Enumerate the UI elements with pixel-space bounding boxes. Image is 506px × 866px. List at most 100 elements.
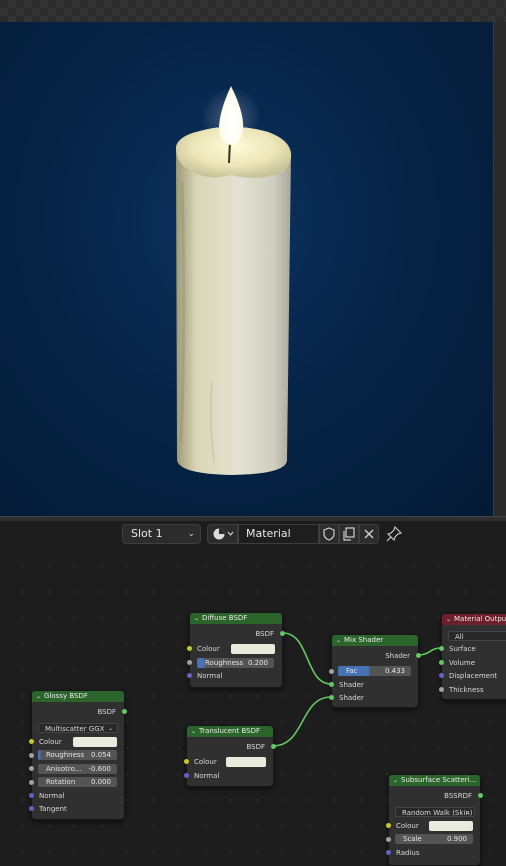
rotation-label: Rotation — [46, 778, 76, 786]
colour-swatch[interactable] — [429, 821, 473, 831]
translucent-bsdf-node[interactable]: ⌄ Translucent BSDF BSDF Colour Normal — [184, 725, 276, 787]
colour-swatch[interactable] — [231, 644, 275, 654]
node-title: Mix Shader — [344, 636, 384, 644]
shader-input-label: Shader — [339, 681, 364, 689]
displacement-label: Displacement — [449, 672, 498, 680]
rotation-socket[interactable] — [29, 780, 34, 785]
normal-socket[interactable] — [29, 793, 34, 798]
mix-shader-node[interactable]: ⌄ Mix Shader Shader Fac 0.433 Shader Shad… — [329, 634, 421, 708]
node-title: Glossy BSDF — [44, 692, 88, 700]
roughness-label: Roughness — [205, 659, 244, 667]
fac-label: Fac — [346, 667, 358, 675]
tangent-socket[interactable] — [29, 806, 34, 811]
roughness-socket[interactable] — [29, 753, 34, 758]
node-header[interactable]: ⌄ Glossy BSDF — [32, 691, 124, 702]
distribution-value: Multiscatter GGX — [45, 725, 105, 733]
node-title: Diffuse BSDF — [202, 614, 248, 622]
node-header[interactable]: ⌄ Diffuse BSDF — [190, 613, 282, 624]
surface-socket[interactable] — [439, 646, 444, 651]
normal-label: Normal — [194, 772, 220, 780]
method-value: Random Walk (Skin) — [402, 809, 473, 817]
glossy-bsdf-node[interactable]: ⌄ Glossy BSDF BSDF Multiscatter GGX ⌄ Col… — [29, 690, 127, 820]
link-mix-to-output — [417, 647, 442, 656]
anisotropy-label: Anisotro... — [46, 765, 82, 773]
anisotropy-value: -0.600 — [88, 765, 111, 773]
colour-swatch[interactable] — [73, 737, 117, 747]
colour-label: Colour — [194, 758, 217, 766]
colour-socket[interactable] — [187, 646, 192, 651]
surface-label: Surface — [449, 645, 476, 653]
collapse-caret-icon[interactable]: ⌄ — [194, 613, 199, 624]
node-header[interactable]: ⌄ Mix Shader — [332, 635, 418, 646]
roughness-socket[interactable] — [187, 660, 192, 665]
fac-value: 0.433 — [384, 667, 405, 675]
output-socket[interactable] — [271, 744, 276, 749]
diffuse-bsdf-node[interactable]: ⌄ Diffuse BSDF BSDF Colour Roughness 0.20… — [187, 612, 285, 688]
output-socket[interactable] — [122, 709, 127, 714]
chevron-down-icon: ⌄ — [107, 725, 113, 732]
node-title: Translucent BSDF — [199, 727, 260, 735]
colour-label: Colour — [396, 822, 419, 830]
node-header[interactable]: ⌄ Material Output — [442, 614, 506, 625]
normal-label: Normal — [39, 792, 65, 800]
normal-socket[interactable] — [184, 773, 189, 778]
collapse-caret-icon[interactable]: ⌄ — [446, 614, 451, 625]
colour-socket[interactable] — [29, 739, 34, 744]
output-label: BSSRDF — [444, 792, 472, 800]
output-socket[interactable] — [478, 793, 483, 798]
node-title: Material Output — [454, 615, 506, 623]
distribution-dropdown[interactable]: Multiscatter GGX ⌄ — [38, 723, 118, 733]
roughness-slider[interactable]: Roughness 0.054 — [38, 750, 117, 760]
roughness-slider[interactable]: Roughness 0.200 — [197, 658, 274, 668]
chevron-down-icon: ⌄ — [464, 809, 470, 816]
scale-socket[interactable] — [386, 837, 391, 842]
link-diffuse-to-mix — [282, 632, 332, 685]
scale-slider[interactable]: Scale 0.900 — [395, 834, 473, 844]
collapse-caret-icon[interactable]: ⌄ — [393, 775, 398, 786]
target-dropdown[interactable]: All — [448, 631, 506, 641]
volume-label: Volume — [449, 659, 476, 667]
colour-socket[interactable] — [386, 823, 391, 828]
roughness-value: 0.054 — [90, 751, 111, 759]
displacement-socket[interactable] — [439, 673, 444, 678]
target-value: All — [455, 633, 464, 641]
scale-label: Scale — [403, 835, 422, 843]
thickness-label: Thickness — [449, 686, 484, 694]
roughness-value: 0.200 — [247, 659, 268, 667]
radius-socket[interactable] — [386, 850, 391, 855]
anisotropy-socket[interactable] — [29, 766, 34, 771]
node-header[interactable]: ⌄ Translucent BSDF — [187, 726, 273, 737]
collapse-caret-icon[interactable]: ⌄ — [191, 726, 196, 737]
colour-label: Colour — [197, 645, 220, 653]
roughness-label: Roughness — [46, 751, 85, 759]
thickness-socket[interactable] — [439, 687, 444, 692]
rotation-slider[interactable]: Rotation 0.000 — [38, 777, 117, 787]
material-output-node[interactable]: ⌄ Material Output All Surface Volume Disp… — [439, 613, 506, 700]
output-label: BSDF — [255, 630, 274, 638]
fac-socket[interactable] — [329, 669, 334, 674]
collapse-caret-icon[interactable]: ⌄ — [336, 635, 341, 646]
scale-value: 0.900 — [446, 835, 467, 843]
volume-socket[interactable] — [439, 660, 444, 665]
method-dropdown[interactable]: Random Walk (Skin) ⌄ — [395, 807, 475, 817]
anisotropy-slider[interactable]: Anisotro... -0.600 — [38, 764, 117, 774]
output-label: Shader — [385, 652, 410, 660]
colour-swatch[interactable] — [226, 757, 266, 767]
output-socket[interactable] — [416, 653, 421, 658]
node-header[interactable]: ⌄ Subsurface Scatteri... — [389, 775, 480, 786]
normal-socket[interactable] — [187, 673, 192, 678]
normal-label: Normal — [197, 672, 223, 680]
colour-socket[interactable] — [184, 759, 189, 764]
node-title: Subsurface Scatteri... — [401, 776, 477, 784]
output-socket[interactable] — [280, 631, 285, 636]
fac-slider[interactable]: Fac 0.433 — [338, 666, 411, 676]
link-translucent-to-mix — [272, 696, 332, 747]
collapse-caret-icon[interactable]: ⌄ — [36, 691, 41, 702]
shader-input-socket[interactable] — [329, 682, 334, 687]
shader-input-socket[interactable] — [329, 695, 334, 700]
radius-label: Radius — [396, 849, 420, 857]
colour-label: Colour — [39, 738, 62, 746]
output-label: BSDF — [246, 743, 265, 751]
subsurface-scattering-node[interactable]: ⌄ Subsurface Scatteri... BSSRDF Random Wa… — [386, 774, 483, 866]
shader-input-label: Shader — [339, 694, 364, 702]
